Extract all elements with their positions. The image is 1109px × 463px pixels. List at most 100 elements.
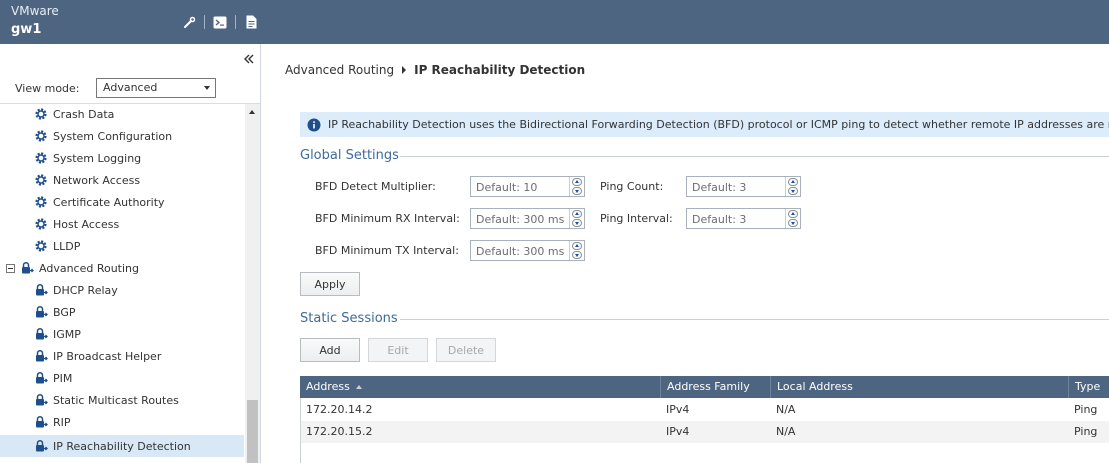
tree-item-label: IP Broadcast Helper <box>53 349 162 363</box>
tree-item-label: Advanced Routing <box>39 261 140 275</box>
column-type[interactable]: Type <box>1068 376 1109 398</box>
tree-item-crash-data[interactable]: Crash Data <box>34 104 114 125</box>
spin-down-icon[interactable] <box>572 251 582 259</box>
tree-item-label: Static Multicast Routes <box>53 393 179 407</box>
section-divider <box>400 319 1109 320</box>
spin-up-icon[interactable] <box>572 210 582 218</box>
spin-up-icon[interactable] <box>788 210 798 218</box>
tree-item-label: PIM <box>53 371 73 385</box>
tree-item-system-logging[interactable]: System Logging <box>34 147 141 169</box>
column-address[interactable]: Address <box>300 376 660 398</box>
tree-item-host-access[interactable]: Host Access <box>34 213 119 235</box>
static-sessions-title: Static Sessions <box>300 311 398 326</box>
column-address-family[interactable]: Address Family <box>660 376 770 398</box>
tree-item-label: LLDP <box>53 239 81 253</box>
info-banner: IP Reachability Detection uses the Bidir… <box>300 112 1109 137</box>
cell-address: 172.20.14.2 <box>306 403 373 416</box>
spin-up-icon[interactable] <box>788 178 798 186</box>
delete-button[interactable]: Delete <box>436 338 496 362</box>
gear-icon <box>34 173 48 187</box>
tree-item-system-configuration[interactable]: System Configuration <box>34 125 172 147</box>
tree-item-label: Network Access <box>53 173 141 187</box>
breadcrumb-parent[interactable]: Advanced Routing <box>285 63 394 77</box>
tree-item-label: DHCP Relay <box>53 283 118 297</box>
document-icon[interactable] <box>244 15 258 29</box>
collapse-toggle[interactable] <box>6 263 15 273</box>
spin-up-icon[interactable] <box>572 242 582 250</box>
info-icon <box>307 118 321 132</box>
ping-count-input[interactable]: Default: 3 <box>686 176 801 197</box>
spin-down-icon[interactable] <box>572 187 582 195</box>
spinner-arrows <box>569 241 584 260</box>
bfd-multiplier-placeholder: Default: 10 <box>476 181 538 194</box>
gear-icon <box>34 129 48 143</box>
spinner-arrows <box>569 209 584 228</box>
tree-item-label: Crash Data <box>53 107 115 121</box>
tree-item-rip[interactable]: RIP <box>34 411 71 433</box>
bfd-rx-label: BFD Minimum RX Interval: <box>315 212 460 225</box>
gear-icon <box>34 151 48 165</box>
tree-item-ip-reachability-detection[interactable]: IP Reachability Detection <box>0 435 244 457</box>
tree-item-pim[interactable]: PIM <box>34 367 72 389</box>
table-row[interactable]: 172.20.15.2 IPv4 N/A Ping <box>300 421 1109 443</box>
spin-down-icon[interactable] <box>788 219 798 227</box>
table-left-border <box>300 398 301 463</box>
tree-item-igmp[interactable]: IGMP <box>34 323 81 345</box>
bfd-tx-input[interactable]: Default: 300 ms <box>470 240 585 261</box>
column-local-address[interactable]: Local Address <box>770 376 1068 398</box>
navigation-panel: View mode: Advanced Crash Data System Co… <box>0 44 261 463</box>
routing-lock-icon <box>34 439 48 453</box>
chevron-down-icon <box>204 86 210 90</box>
bfd-rx-placeholder: Default: 300 ms <box>476 213 565 226</box>
header-toolbar <box>182 13 258 31</box>
edit-button[interactable]: Edit <box>368 338 428 362</box>
tree-item-bgp[interactable]: BGP <box>34 301 76 323</box>
brand-label: VMware <box>11 4 59 18</box>
tree-item-static-multicast-routes[interactable]: Static Multicast Routes <box>34 389 179 411</box>
routing-lock-icon <box>20 261 34 275</box>
bfd-rx-input[interactable]: Default: 300 ms <box>470 208 585 229</box>
breadcrumb: Advanced Routing IP Reachability Detecti… <box>285 63 585 77</box>
tree-item-network-access[interactable]: Network Access <box>34 169 140 191</box>
apply-button[interactable]: Apply <box>300 272 360 296</box>
routing-lock-icon <box>34 415 48 429</box>
scroll-up-icon[interactable] <box>249 110 255 114</box>
spinner-arrows <box>785 177 800 196</box>
tree-item-dhcp-relay[interactable]: DHCP Relay <box>34 279 118 301</box>
cell-address: 172.20.15.2 <box>306 425 373 438</box>
ping-count-placeholder: Default: 3 <box>692 181 747 194</box>
spinner-arrows <box>785 209 800 228</box>
scroll-thumb[interactable] <box>247 400 258 463</box>
section-divider <box>400 156 1109 157</box>
tree-group-advanced-routing[interactable]: Advanced Routing <box>6 257 139 279</box>
ping-interval-input[interactable]: Default: 3 <box>686 208 801 229</box>
spin-up-icon[interactable] <box>572 178 582 186</box>
add-button[interactable]: Add <box>300 338 360 362</box>
spin-down-icon[interactable] <box>788 187 798 195</box>
sort-ascending-icon <box>355 385 362 389</box>
tree-item-lldp[interactable]: LLDP <box>34 235 80 257</box>
tree-item-ip-broadcast-helper[interactable]: IP Broadcast Helper <box>34 345 161 367</box>
tree-item-certificate-authority[interactable]: Certificate Authority <box>34 191 165 213</box>
header-divider <box>235 15 236 29</box>
tree-scrollbar[interactable] <box>245 104 260 463</box>
ping-interval-label: Ping Interval: <box>600 212 673 225</box>
collapse-panel-icon[interactable] <box>244 54 254 64</box>
routing-lock-icon <box>34 371 48 385</box>
tree-item-label: Certificate Authority <box>53 195 165 209</box>
spin-down-icon[interactable] <box>572 219 582 227</box>
column-label: Address <box>306 380 350 393</box>
breadcrumb-arrow-icon <box>402 66 407 74</box>
page-title: IP Reachability Detection <box>414 63 586 77</box>
view-mode-select[interactable]: Advanced <box>96 78 216 98</box>
table-row[interactable]: 172.20.14.2 IPv4 N/A Ping <box>300 399 1109 421</box>
wrench-icon[interactable] <box>182 15 196 29</box>
tree-item-label: IP Reachability Detection <box>53 439 191 453</box>
cell-address-family: IPv4 <box>666 425 690 438</box>
view-mode-label: View mode: <box>15 82 80 95</box>
terminal-icon[interactable] <box>213 15 227 29</box>
routing-lock-icon <box>34 349 48 363</box>
sessions-table-header: Address Address Family Local Address Typ… <box>300 376 1109 398</box>
view-mode-value: Advanced <box>103 81 158 94</box>
bfd-multiplier-input[interactable]: Default: 10 <box>470 176 585 197</box>
